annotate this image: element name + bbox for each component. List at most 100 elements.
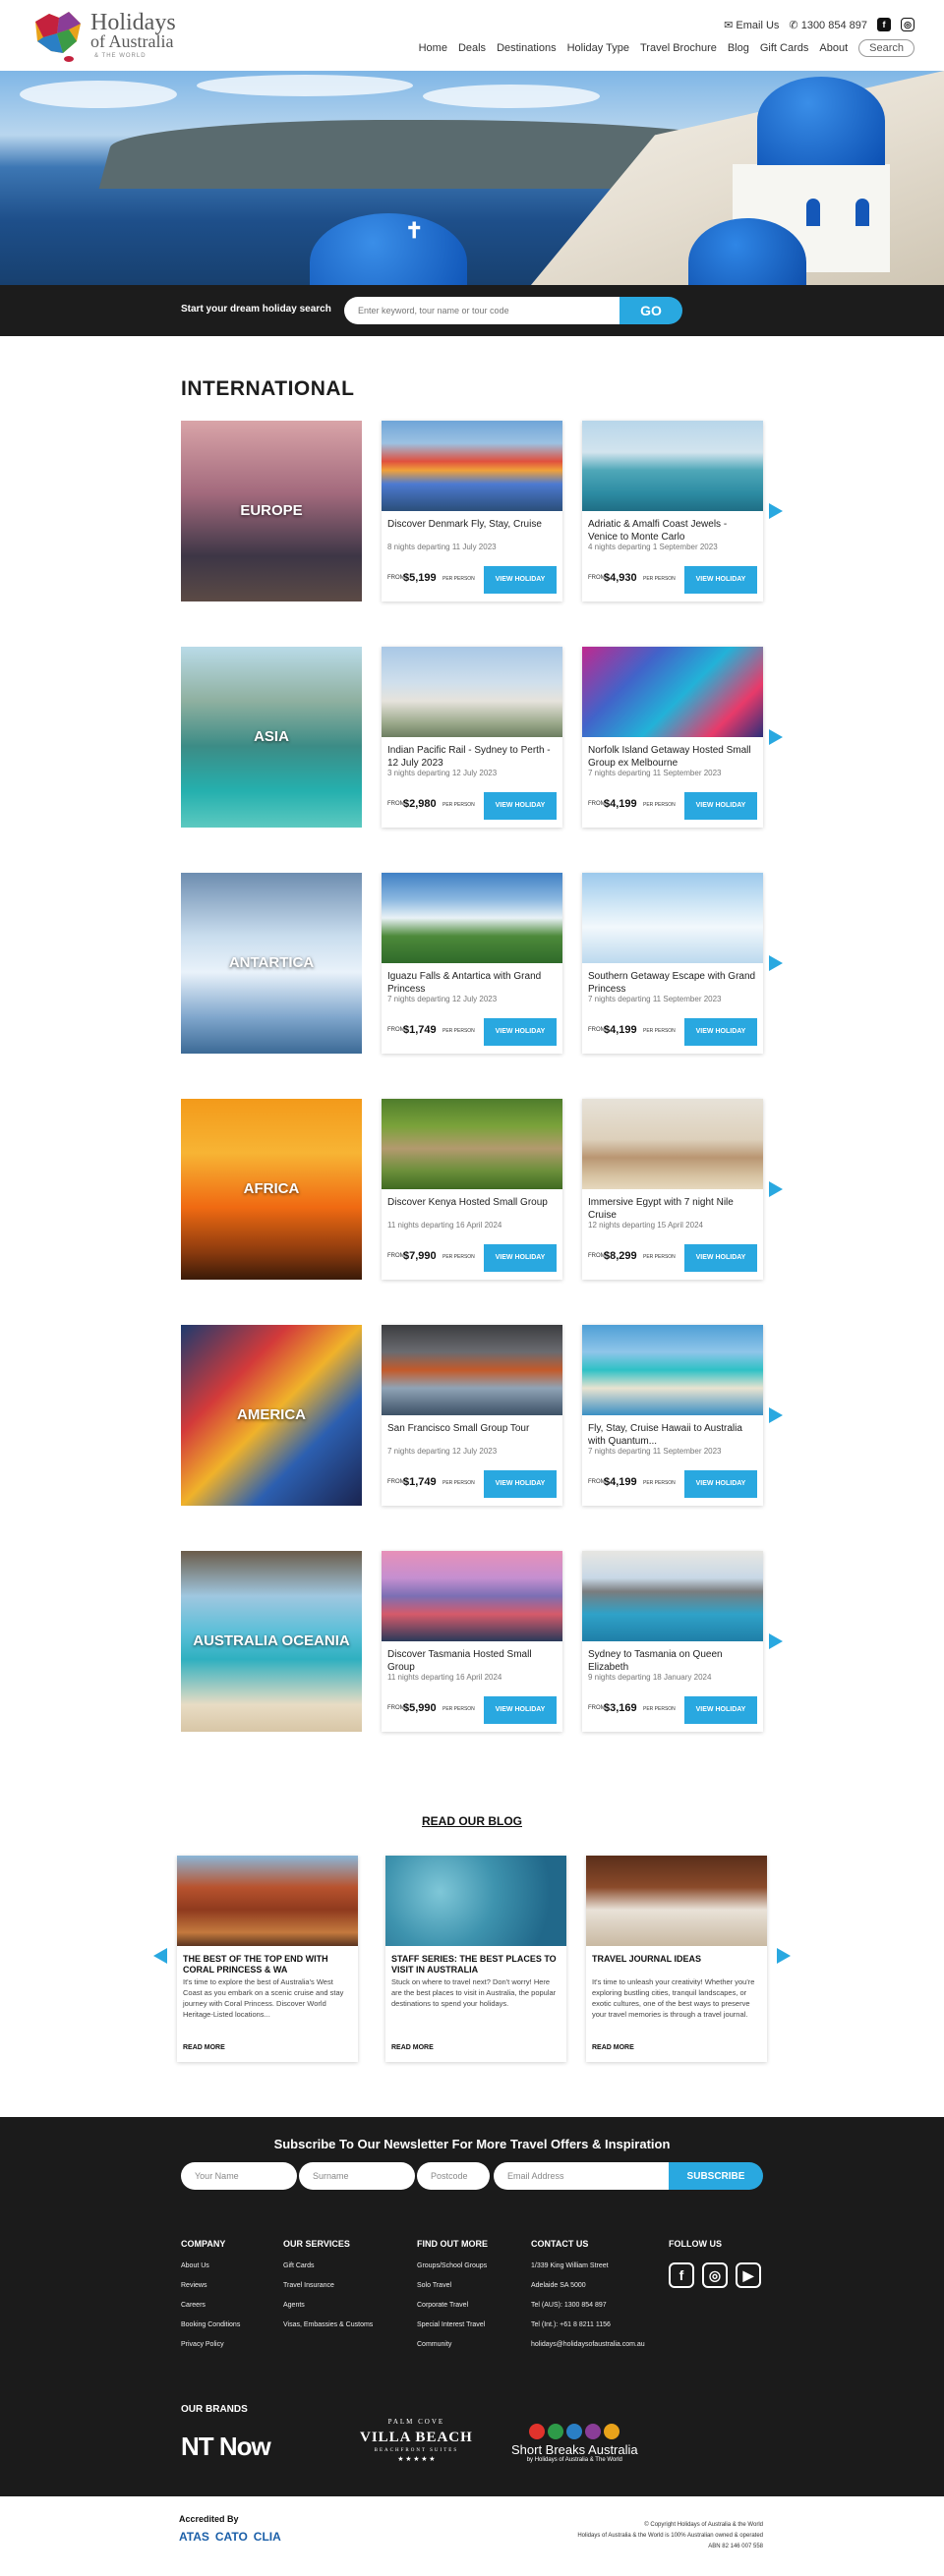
read-more-link[interactable]: READ MORE [391,2044,434,2051]
region-tile-europe[interactable]: EUROPE [181,421,362,601]
nav-search-button[interactable]: Search [858,39,914,57]
footer-link[interactable]: Solo Travel [417,2282,488,2289]
facebook-icon[interactable]: f [877,18,891,31]
view-holiday-button[interactable]: VIEW HOLIDAY [684,566,757,594]
site-logo[interactable]: Holidays of Australia & THE WORLD [30,8,197,63]
contact-email-link[interactable]: holidays@holidaysofaustralia.com.au [531,2341,645,2348]
facebook-icon[interactable]: f [669,2262,694,2288]
holiday-price: $4,199 [604,798,637,810]
holiday-card[interactable]: Discover Denmark Fly, Stay, Cruise 8 nig… [382,421,562,601]
holiday-card[interactable]: Fly, Stay, Cruise Hawaii to Australia wi… [582,1325,763,1506]
subscribe-button[interactable]: SUBSCRIBE [669,2162,763,2190]
footer-link[interactable]: Careers [181,2302,240,2309]
holiday-card[interactable]: Immersive Egypt with 7 night Nile Cruise… [582,1099,763,1280]
view-holiday-button[interactable]: VIEW HOLIDAY [684,1470,757,1498]
youtube-icon[interactable]: ▶ [736,2262,761,2288]
carousel-next-arrow[interactable] [769,503,783,519]
contact-phone-int[interactable]: Tel (Int.): +61 8 8211 1156 [531,2321,645,2328]
view-holiday-button[interactable]: VIEW HOLIDAY [684,1244,757,1272]
holiday-card[interactable]: Discover Kenya Hosted Small Group 11 nig… [382,1099,562,1280]
footer-link[interactable]: About Us [181,2262,240,2269]
view-holiday-button[interactable]: VIEW HOLIDAY [684,1018,757,1046]
copyright-line: © Copyright Holidays of Australia & the … [644,2522,763,2528]
holiday-card[interactable]: Sydney to Tasmania on Queen Elizabeth 9 … [582,1551,763,1732]
nav-home[interactable]: Home [419,42,447,54]
blog-next-arrow[interactable] [777,1948,791,1964]
view-holiday-button[interactable]: VIEW HOLIDAY [684,1696,757,1724]
nav-destinations[interactable]: Destinations [497,42,557,54]
carousel-next-arrow[interactable] [769,1407,783,1423]
blog-heading[interactable]: READ OUR BLOG [0,1814,944,1828]
footer-link[interactable]: Special Interest Travel [417,2321,488,2328]
holiday-card[interactable]: Iguazu Falls & Antartica with Grand Prin… [382,873,562,1054]
holiday-title: Discover Kenya Hosted Small Group [387,1197,548,1208]
footer-link[interactable]: Reviews [181,2282,240,2289]
phone-link[interactable]: ✆ 1300 854 897 [789,19,867,31]
footer-link[interactable]: Visas, Embassies & Customs [283,2321,373,2328]
australia-map-icon [35,12,81,62]
footer-heading: FIND OUT MORE [417,2239,488,2249]
logo-text-australia: of Australia [90,31,174,51]
nav-deals[interactable]: Deals [458,42,486,54]
blog-card[interactable]: STAFF SERIES: THE BEST PLACES TO VISIT I… [385,1856,566,2062]
carousel-next-arrow[interactable] [769,729,783,745]
instagram-icon[interactable]: ◎ [901,18,914,31]
nav-gift-cards[interactable]: Gift Cards [760,42,809,54]
blog-card[interactable]: TRAVEL JOURNAL IDEAS It's time to unleas… [586,1856,767,2062]
newsletter-postcode-input[interactable]: Postcode [417,2162,490,2190]
blog-excerpt: It's time to unleash your creativity! Wh… [592,1977,755,2019]
newsletter-surname-input[interactable]: Surname [299,2162,415,2190]
carousel-next-arrow[interactable] [769,1633,783,1649]
blog-card[interactable]: THE BEST OF THE TOP END WITH CORAL PRINC… [177,1856,358,2062]
view-holiday-button[interactable]: VIEW HOLIDAY [684,792,757,820]
holiday-search-input[interactable]: Enter keyword, tour name or tour code [344,297,621,324]
nav-blog[interactable]: Blog [728,42,749,54]
holiday-card[interactable]: Adriatic & Amalfi Coast Jewels - Venice … [582,421,763,601]
footer-link[interactable]: Agents [283,2302,373,2309]
read-more-link[interactable]: READ MORE [183,2044,225,2051]
holiday-title: Immersive Egypt with 7 night Nile Cruise [588,1197,734,1221]
footer-link[interactable]: Privacy Policy [181,2341,240,2348]
footer-link[interactable]: Booking Conditions [181,2321,240,2328]
email-link[interactable]: ✉ Email Us [724,19,779,31]
region-tile-antartica[interactable]: ANTARTICA [181,873,362,1054]
view-holiday-button[interactable]: VIEW HOLIDAY [484,792,557,820]
holiday-card[interactable]: Southern Getaway Escape with Grand Princ… [582,873,763,1054]
region-tile-australia-oceania[interactable]: AUSTRALIA OCEANIA [181,1551,362,1732]
region-tile-america[interactable]: AMERICA [181,1325,362,1506]
holiday-card[interactable]: San Francisco Small Group Tour 7 nights … [382,1325,562,1506]
instagram-icon[interactable]: ◎ [702,2262,728,2288]
carousel-next-arrow[interactable] [769,1181,783,1197]
carousel-next-arrow[interactable] [769,955,783,971]
footer-link[interactable]: Corporate Travel [417,2302,488,2309]
region-tile-asia[interactable]: ASIA [181,647,362,828]
nav-holiday-type[interactable]: Holiday Type [567,42,629,54]
newsletter-email-input[interactable]: Email Address [494,2162,677,2190]
footer-link[interactable]: Groups/School Groups [417,2262,488,2269]
brand-short-breaks-logo[interactable]: Short Breaks Australia by Holidays of Au… [511,2424,638,2463]
brand-short-icon [548,2424,564,2439]
holiday-card[interactable]: Indian Pacific Rail - Sydney to Perth - … [382,647,562,828]
view-holiday-button[interactable]: VIEW HOLIDAY [484,1244,557,1272]
holiday-meta: 12 nights departing 15 April 2024 [588,1221,703,1230]
nav-travel-brochure[interactable]: Travel Brochure [640,42,717,54]
contact-phone-aus[interactable]: Tel (AUS): 1300 854 897 [531,2302,645,2309]
view-holiday-button[interactable]: VIEW HOLIDAY [484,1470,557,1498]
region-tile-africa[interactable]: AFRICA [181,1099,362,1280]
brand-nt-now-logo[interactable]: NT Now [181,2432,271,2462]
newsletter-name-input[interactable]: Your Name [181,2162,297,2190]
view-holiday-button[interactable]: VIEW HOLIDAY [484,566,557,594]
search-go-button[interactable]: GO [620,297,682,324]
view-holiday-button[interactable]: VIEW HOLIDAY [484,1696,557,1724]
footer-link[interactable]: Travel Insurance [283,2282,373,2289]
footer-link[interactable]: Gift Cards [283,2262,373,2269]
nav-about[interactable]: About [819,42,848,54]
holiday-card[interactable]: Norfolk Island Getaway Hosted Small Grou… [582,647,763,828]
holiday-card[interactable]: Discover Tasmania Hosted Small Group 11 … [382,1551,562,1732]
footer-link[interactable]: Community [417,2341,488,2348]
brand-villa-beach-logo[interactable]: PALM COVE VILLA BEACH BEACHFRONT SUITES … [360,2418,473,2463]
blog-prev-arrow[interactable] [153,1948,167,1964]
read-more-link[interactable]: READ MORE [592,2044,634,2051]
destination-row-europe: EUROPE Discover Denmark Fly, Stay, Cruis… [181,421,783,601]
view-holiday-button[interactable]: VIEW HOLIDAY [484,1018,557,1046]
